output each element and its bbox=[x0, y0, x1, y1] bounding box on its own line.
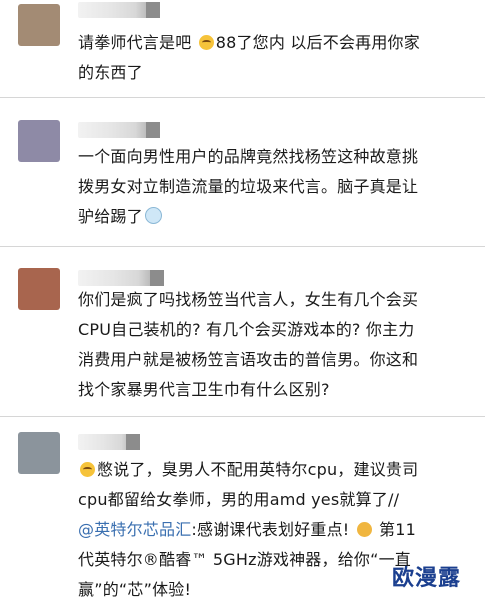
username-blurred[interactable] bbox=[78, 122, 160, 138]
divider bbox=[0, 246, 485, 247]
avatar[interactable] bbox=[18, 268, 60, 310]
avatar[interactable] bbox=[18, 120, 60, 162]
sad-face-icon bbox=[80, 462, 95, 477]
freezing-face-icon bbox=[144, 207, 162, 224]
username-blurred[interactable] bbox=[78, 434, 140, 450]
avatar[interactable] bbox=[18, 4, 60, 46]
avatar[interactable] bbox=[18, 432, 60, 474]
username-blurred[interactable] bbox=[78, 2, 160, 18]
comment-text: 你们是疯了吗找杨笠当代言人，女生有几个会买 CPU自己装机的? 有几个会买游戏本… bbox=[78, 290, 419, 399]
shocked-face-icon bbox=[198, 35, 214, 50]
mention-link[interactable]: @英特尔芯品汇 bbox=[78, 520, 191, 539]
heart-eyes-face-icon bbox=[356, 522, 372, 537]
watermark-logo: 欧漫露 bbox=[392, 566, 462, 591]
comment-text: 一个面向男性用户的品牌竟然找杨笠这种故意挑 拨男女对立制造流量的垃圾来代言。脑子… bbox=[78, 147, 419, 226]
divider bbox=[0, 416, 485, 417]
divider bbox=[0, 97, 485, 98]
username-blurred[interactable] bbox=[78, 270, 164, 286]
comment-text: 请拳师代言是吧 88了您内 以后不会再用你家 的东西了 bbox=[78, 33, 420, 82]
